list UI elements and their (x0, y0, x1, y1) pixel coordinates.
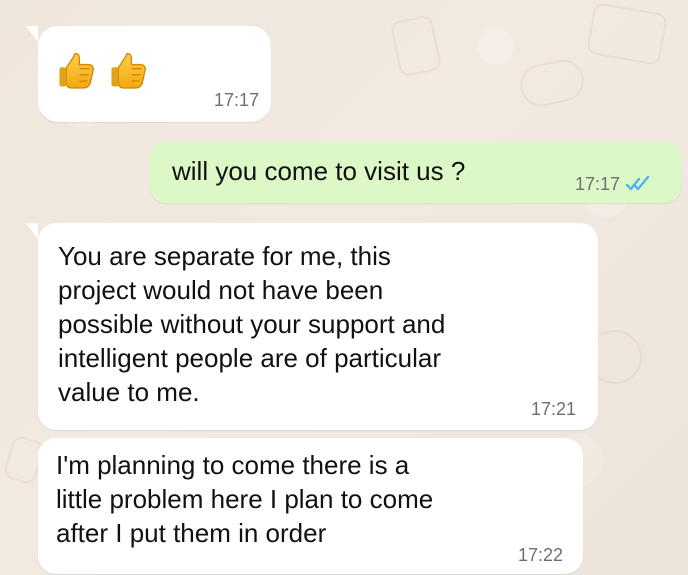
thumbs-up-icon (59, 52, 94, 89)
incoming-message-bubble[interactable]: You are separate for me, this project wo… (26, 223, 598, 430)
message-text: I'm planning to come there is a little p… (56, 450, 434, 548)
message-timestamp: 17:17 (213, 90, 259, 110)
incoming-message-bubble[interactable]: I'm planning to come there is a little p… (38, 438, 583, 574)
incoming-message-bubble[interactable]: 17:17 (26, 26, 271, 122)
emoji-message-content (56, 48, 152, 92)
message-timestamp: 17:21 (530, 399, 576, 419)
message-text: will you come to visit us ? (172, 156, 466, 186)
message-timestamp: 17:17 (574, 174, 620, 194)
double-check-icon (626, 175, 650, 191)
thumbs-up-icon (111, 52, 146, 89)
message-text: You are separate for me, this project wo… (58, 241, 446, 407)
message-timestamp: 17:22 (517, 545, 563, 565)
outgoing-message-bubble[interactable]: will you come to visit us ? 17:17 (150, 142, 681, 203)
